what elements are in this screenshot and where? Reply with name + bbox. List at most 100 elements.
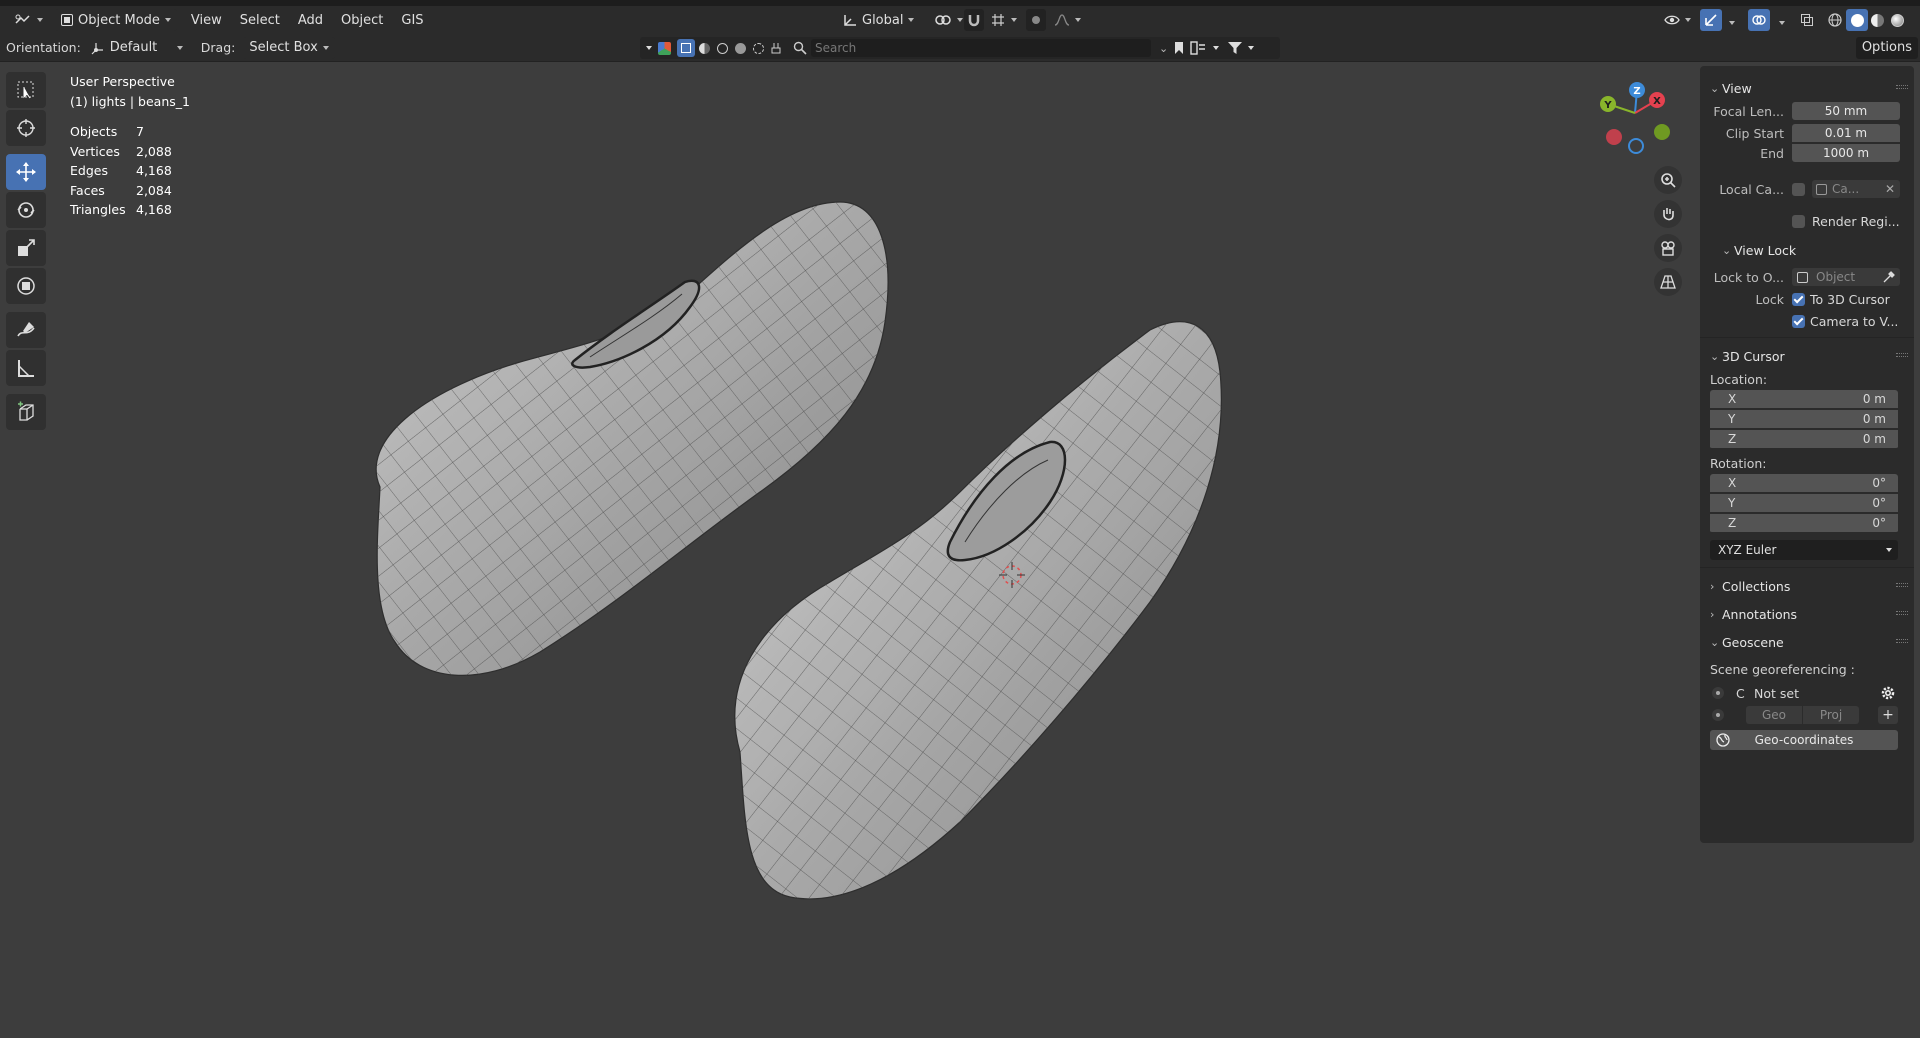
crs-radio[interactable]: [1712, 687, 1724, 699]
lock-label: Lock: [1755, 291, 1784, 307]
axis-label: X: [1728, 392, 1737, 406]
panel-drag-grip[interactable]: [1896, 611, 1908, 615]
panel-3d-cursor-header[interactable]: ⌄ 3D Cursor: [1700, 344, 1914, 368]
focal-length-field[interactable]: 50 mm: [1792, 102, 1900, 120]
editor-type-button[interactable]: [8, 9, 49, 31]
gizmo-neg-z[interactable]: [1628, 138, 1644, 154]
lock-object-field[interactable]: Object: [1792, 268, 1900, 286]
radio-dot-icon: [1716, 713, 1720, 717]
filter-collapse-caret[interactable]: [646, 46, 652, 50]
select-objects-filter[interactable]: [677, 39, 695, 57]
geo-coordinates-label: Geo-coordinates: [1754, 733, 1854, 747]
eyedropper-icon[interactable]: [1883, 271, 1895, 283]
funnel-icon[interactable]: [1227, 41, 1243, 55]
panel-3d-cursor-title: 3D Cursor: [1722, 348, 1785, 364]
sort-filter-icon[interactable]: [1190, 41, 1208, 55]
proportional-falloff-dropdown[interactable]: [1048, 9, 1087, 31]
cursor-rotation-x[interactable]: X 0°: [1710, 474, 1898, 494]
panel-drag-grip[interactable]: [1896, 353, 1908, 357]
menu-select[interactable]: Select: [234, 9, 286, 31]
cursor-rotation-z[interactable]: Z 0°: [1710, 514, 1898, 534]
menu-view[interactable]: View: [185, 9, 228, 31]
gizmo-dropdown-caret[interactable]: [1729, 21, 1735, 25]
clear-x-icon[interactable]: ✕: [1885, 182, 1895, 196]
funnel-dropdown-caret[interactable]: [1248, 46, 1255, 50]
navigation-gizmo[interactable]: Z X Y: [1592, 80, 1672, 160]
transform-orientation-dropdown[interactable]: Global: [836, 9, 920, 31]
zoom-button[interactable]: [1654, 166, 1682, 194]
clip-end-field[interactable]: 1000 m: [1792, 144, 1900, 162]
sort-dropdown-caret[interactable]: [1213, 46, 1220, 50]
overlays-dropdown-caret[interactable]: [1779, 21, 1785, 25]
camera-to-view-checkbox[interactable]: Camera to V...: [1792, 314, 1898, 329]
local-camera-checkbox[interactable]: [1792, 182, 1805, 196]
orientation-dropdown[interactable]: Default: [85, 37, 189, 59]
filter-world-button[interactable]: [749, 39, 767, 57]
panel-view-header[interactable]: ⌄ View: [1700, 76, 1914, 100]
mode-dropdown[interactable]: Object Mode: [55, 9, 177, 31]
filter-chevron-icon[interactable]: ⌄: [1159, 42, 1168, 55]
panel-drag-grip[interactable]: [1896, 583, 1908, 587]
filter-solid-button[interactable]: [695, 39, 713, 57]
options-button[interactable]: Options: [1855, 36, 1918, 59]
to-3d-cursor-checkbox[interactable]: To 3D Cursor: [1792, 292, 1890, 307]
gizmo-neg-y[interactable]: [1654, 124, 1670, 140]
proportional-dot-icon: [1032, 16, 1040, 24]
bookmark-icon[interactable]: [1174, 41, 1184, 55]
render-region-label: Render Regi...: [1812, 213, 1900, 229]
gear-icon[interactable]: [1880, 685, 1896, 701]
object-visibility-dropdown[interactable]: [1658, 9, 1697, 31]
shading-material-button[interactable]: [1866, 9, 1888, 31]
local-camera-value: Ca...: [1832, 182, 1860, 196]
filter-other-button[interactable]: [767, 39, 785, 57]
lock-object-row: Lock to O... Object: [1700, 266, 1914, 288]
filter-lights-button[interactable]: [713, 39, 731, 57]
pan-button[interactable]: [1654, 200, 1682, 228]
filter-camera-button[interactable]: [731, 39, 749, 57]
location-label: Location:: [1710, 371, 1768, 387]
panel-drag-grip[interactable]: [1896, 85, 1908, 89]
cursor-location-z[interactable]: Z 0 m: [1710, 430, 1898, 450]
panel-view-lock-header[interactable]: ⌄ View Lock: [1700, 238, 1914, 262]
add-plus-icon[interactable]: +: [1878, 706, 1898, 724]
panel-collections-header[interactable]: › Collections: [1700, 574, 1914, 598]
menu-add[interactable]: Add: [292, 9, 329, 31]
search-input[interactable]: Search: [811, 39, 1151, 57]
pivot-point-dropdown[interactable]: [928, 9, 969, 31]
perspective-toggle-button[interactable]: [1654, 268, 1682, 296]
lock-object-placeholder: Object: [1816, 270, 1856, 284]
shading-solid-button[interactable]: [1846, 9, 1868, 31]
xray-toggle[interactable]: [1796, 9, 1818, 31]
panel-drag-grip[interactable]: [1896, 639, 1908, 643]
chevron-down-icon: ⌄: [1722, 243, 1732, 257]
xray-icon: [1801, 14, 1813, 26]
rotation-mode-dropdown[interactable]: XYZ Euler: [1710, 540, 1898, 560]
menu-object[interactable]: Object: [335, 9, 389, 31]
proj-button[interactable]: Proj: [1803, 706, 1859, 724]
gizmo-neg-x[interactable]: [1606, 129, 1622, 145]
local-camera-field[interactable]: Ca... ✕: [1812, 180, 1900, 198]
geo-radio[interactable]: [1712, 709, 1724, 721]
panel-annotations-header[interactable]: › Annotations: [1700, 602, 1914, 626]
geo-button[interactable]: Geo: [1746, 706, 1802, 724]
snap-toggle[interactable]: [964, 9, 984, 31]
cursor-location-x[interactable]: X 0 m: [1710, 390, 1898, 410]
shading-rendered-button[interactable]: [1886, 9, 1908, 31]
menu-gis[interactable]: GIS: [395, 9, 429, 31]
clip-start-field[interactable]: 0.01 m: [1792, 124, 1900, 142]
viewport-3d-scene[interactable]: [0, 62, 1690, 1038]
panel-geoscene-header[interactable]: ⌄ Geoscene: [1700, 630, 1914, 654]
shading-wireframe-button[interactable]: [1824, 9, 1846, 31]
cursor-rotation-y[interactable]: Y 0°: [1710, 494, 1898, 514]
gizmo-toggle[interactable]: [1700, 9, 1722, 31]
proportional-edit-toggle[interactable]: [1026, 9, 1046, 31]
axis-value: 0°: [1872, 476, 1886, 490]
overlays-toggle[interactable]: [1748, 9, 1770, 31]
render-region-checkbox[interactable]: [1792, 214, 1805, 228]
geo-coordinates-button[interactable]: Geo-coordinates: [1710, 730, 1898, 750]
snap-target-dropdown[interactable]: [984, 9, 1023, 31]
camera-view-button[interactable]: [1654, 234, 1682, 262]
object-type-icon[interactable]: [658, 41, 671, 55]
drag-dropdown[interactable]: Select Box: [243, 36, 335, 59]
cursor-location-y[interactable]: Y 0 m: [1710, 410, 1898, 430]
